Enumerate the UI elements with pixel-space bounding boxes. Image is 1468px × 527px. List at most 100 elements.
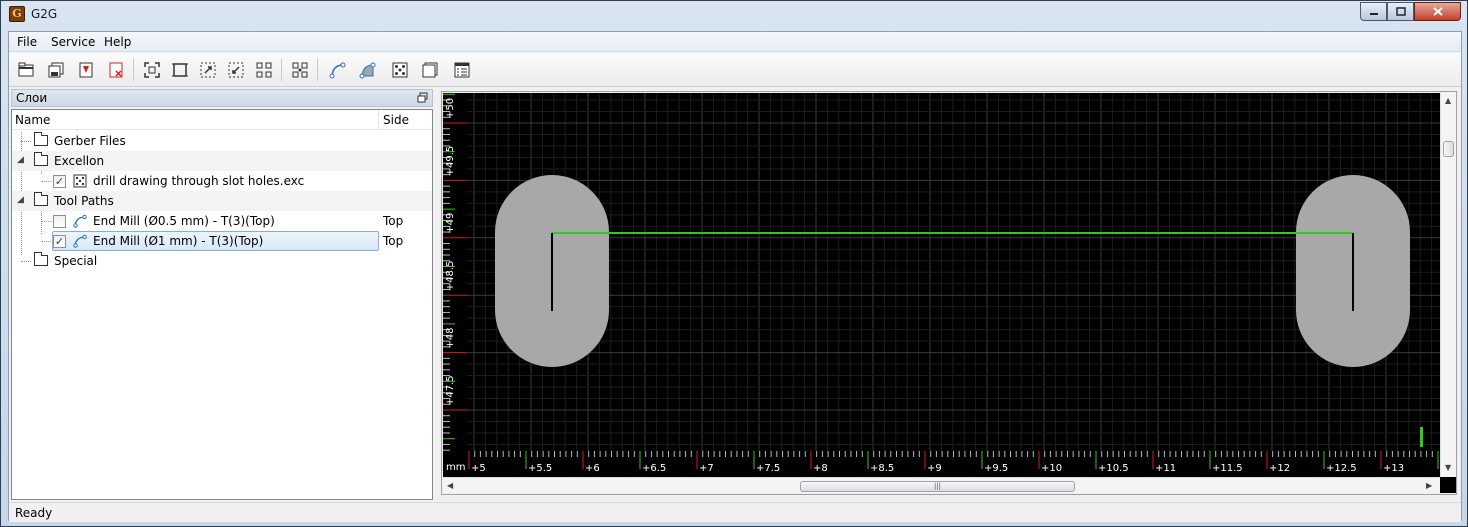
tree-item-gerber-files[interactable]: Gerber Files (12, 131, 432, 151)
x-tick-label: +8.5 (870, 463, 894, 474)
export-pdf-button[interactable] (75, 59, 97, 81)
zoom-all-icon (256, 62, 272, 78)
menu-file[interactable]: File (17, 35, 37, 49)
zoom-in-icon (228, 62, 244, 78)
folder-icon (34, 152, 48, 166)
zoom-fit-icon (144, 62, 160, 78)
status-text: Ready (15, 506, 53, 520)
x-tick-label: +11.5 (1212, 463, 1243, 474)
undock-icon[interactable] (417, 92, 428, 103)
open-button[interactable] (15, 59, 37, 81)
open-icon (18, 62, 34, 77)
tree-item-drill-file[interactable]: ✓ drill drawing through slot holes.exc (12, 171, 432, 191)
layer-icon (422, 62, 438, 78)
x-tick-label: +7 (699, 463, 714, 474)
x-tick-label: +10 (1041, 463, 1062, 474)
vertical-scroll-thumb[interactable] (1443, 141, 1454, 157)
zoom-in-button[interactable] (225, 59, 247, 81)
layer-button[interactable] (419, 59, 441, 81)
menu-bar: File Service Help (9, 32, 1461, 52)
menu-help[interactable]: Help (104, 35, 131, 49)
drill-button[interactable] (389, 59, 411, 81)
menu-service[interactable]: Service (51, 35, 95, 49)
tree-line (41, 181, 51, 182)
x-tick-label: +12.5 (1326, 463, 1357, 474)
minimize-icon (1369, 12, 1378, 15)
restore-icon (1395, 7, 1406, 16)
scroll-down-icon[interactable]: ▼ (1445, 463, 1451, 472)
minimize-button[interactable] (1360, 2, 1387, 21)
tree-item-label: Tool Paths (54, 194, 114, 208)
tree-item-label: End Mill (Ø0.5 mm) - T(3)(Top) (93, 214, 275, 228)
tree-header: Name Side (12, 110, 432, 130)
layer-visibility-checkbox[interactable]: ✓ (53, 235, 66, 248)
tree-item-end-mill-0-5[interactable]: End Mill (Ø0.5 mm) - T(3)(Top) Top (12, 211, 432, 231)
drawing-canvas[interactable]: +50 +49.5 +49 +48.5 +48 +47.5 +5 +5.5 +6 +6.5 +7 +… (443, 93, 1440, 477)
folder-icon (34, 252, 48, 266)
tree-item-special[interactable]: Special (12, 251, 432, 271)
zoom-grid-icon (292, 62, 308, 78)
window-controls (1360, 2, 1461, 21)
zoom-selection-button[interactable] (197, 59, 219, 81)
tree-item-side: Top (383, 234, 404, 248)
expand-arrow-icon[interactable]: ◢ (17, 155, 24, 165)
tree-item-end-mill-1[interactable]: ✓ End Mill (Ø1 mm) - T(3)(Top) Top (12, 231, 432, 251)
layers-tree[interactable]: Name Side Gerber Files ◢ Excellon ✓ dril… (11, 109, 433, 500)
toolbar-separator (281, 59, 282, 81)
maximize-button[interactable] (1387, 2, 1414, 21)
toolbar-separator (133, 59, 134, 81)
save-button[interactable] (45, 59, 67, 81)
scroll-right-icon[interactable]: ▶ (1426, 481, 1432, 490)
column-name[interactable]: Name (15, 113, 50, 127)
horizontal-scrollbar[interactable]: ◀ ||| ▶ (443, 477, 1440, 493)
close-icon (1432, 7, 1443, 16)
column-side[interactable]: Side (383, 113, 409, 127)
tree-item-tool-paths[interactable]: ◢ Tool Paths (12, 191, 432, 211)
toolpath-button[interactable] (327, 59, 349, 81)
y-tick-label: +49.5 (445, 146, 456, 177)
tree-line (21, 261, 31, 262)
layers-panel: Слои Name Side Gerber Files ◢ Excellon ✓… (11, 89, 433, 500)
tree-item-excellon[interactable]: ◢ Excellon (12, 151, 432, 171)
x-tick-label: +10.5 (1098, 463, 1129, 474)
scroll-up-icon[interactable]: ▲ (1445, 96, 1451, 105)
x-tick-label: +8 (813, 463, 828, 474)
app-logo-icon: G (9, 6, 25, 22)
toolpath-icon (73, 214, 87, 228)
x-tick-label: +6 (585, 463, 600, 474)
title-bar[interactable]: G G2G (1, 1, 1467, 31)
origin-marker (1420, 427, 1423, 447)
close-button[interactable] (1414, 2, 1461, 21)
horizontal-scroll-thumb[interactable]: ||| (800, 481, 1075, 492)
zoom-fit-button[interactable] (141, 59, 163, 81)
toolpath-icon (329, 62, 346, 79)
x-tick-label: +12 (1269, 463, 1290, 474)
layers-panel-title: Слои (16, 91, 48, 105)
scrollbar-corner (1440, 477, 1456, 493)
settings-button[interactable] (451, 59, 473, 81)
tree-item-label: Excellon (54, 154, 105, 168)
scroll-left-icon[interactable]: ◀ (447, 481, 453, 490)
drill-icon (392, 62, 408, 78)
export-pdf-icon (79, 62, 93, 78)
layer-visibility-checkbox[interactable]: ✓ (53, 175, 66, 188)
close-file-button[interactable] (105, 59, 127, 81)
zoom-all-button[interactable] (253, 59, 275, 81)
y-tick-label: +48.5 (445, 261, 456, 292)
tree-item-label: drill drawing through slot holes.exc (93, 174, 305, 188)
expand-arrow-icon[interactable]: ◢ (17, 195, 24, 205)
zoom-extents-button[interactable] (169, 59, 191, 81)
vertical-scrollbar[interactable]: ▲ ▼ (1440, 93, 1456, 477)
window-title: G2G (31, 7, 58, 21)
tree-item-side: Top (383, 214, 404, 228)
profile-button[interactable] (357, 59, 379, 81)
layer-visibility-checkbox[interactable] (53, 215, 66, 228)
toolbar (9, 53, 1461, 87)
zoom-grid-button[interactable] (289, 59, 311, 81)
tree-item-label: Gerber Files (54, 134, 126, 148)
x-tick-label: +13 (1383, 463, 1404, 474)
profile-icon (359, 62, 376, 79)
folder-icon (34, 192, 48, 206)
save-icon (48, 62, 64, 78)
unit-label: mm (446, 462, 465, 473)
